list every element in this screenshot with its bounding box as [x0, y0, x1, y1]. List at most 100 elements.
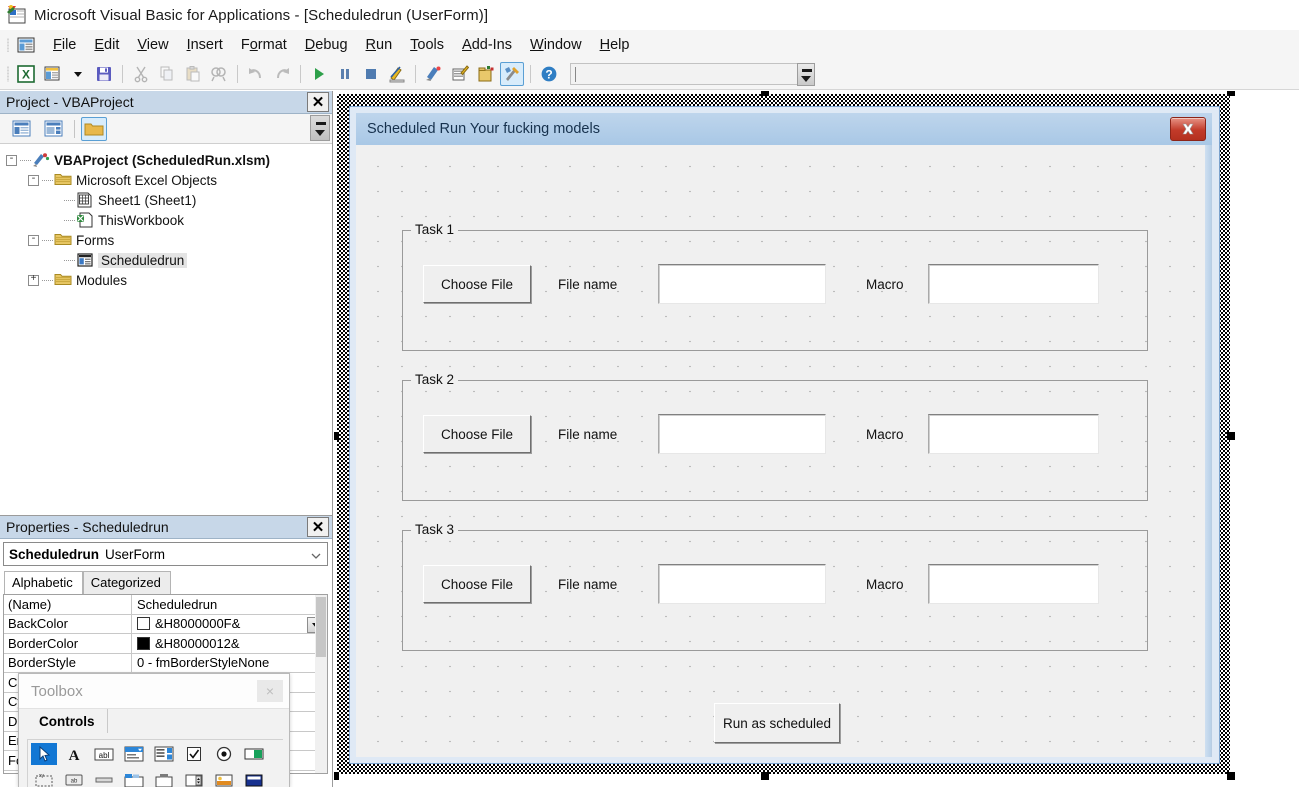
resize-handle-top[interactable]	[761, 91, 769, 96]
collapse-icon[interactable]: -	[6, 154, 17, 166]
tree-item-forms[interactable]: - Forms	[6, 230, 332, 250]
macro-textbox-2[interactable]	[928, 414, 1099, 454]
frame-icon[interactable]: xy	[31, 769, 57, 787]
properties-object-selector[interactable]: Scheduledrun UserForm	[3, 542, 328, 566]
togglebutton-icon[interactable]	[241, 743, 267, 765]
tree-item-vbaproject-scheduledrun-xlsm[interactable]: - VBAProject (ScheduledRun.xlsm)	[6, 150, 332, 170]
tree-item-modules[interactable]: + Modules	[6, 270, 332, 290]
property-row[interactable]: BackColor &H8000000F&	[4, 614, 327, 634]
userform-vertical-strip[interactable]	[1205, 145, 1211, 757]
scrollbar-icon[interactable]	[91, 769, 117, 787]
view-object-icon[interactable]	[40, 117, 66, 141]
copy-icon[interactable]	[155, 62, 179, 86]
listbox-icon[interactable]	[151, 743, 177, 765]
menu-window[interactable]: Window	[521, 34, 591, 56]
project-scroll-button[interactable]	[310, 115, 330, 141]
run-as-scheduled-button[interactable]: Run as scheduled	[714, 703, 840, 743]
resize-handle-bottomright[interactable]	[1227, 772, 1235, 780]
break-icon[interactable]	[333, 62, 357, 86]
tree-item-microsoft-excel-objects[interactable]: - Microsoft Excel Objects	[6, 170, 332, 190]
reset-icon[interactable]	[359, 62, 383, 86]
userform-selection-frame[interactable]: Scheduled Run Your fucking models Task 1…	[334, 91, 1235, 780]
userform-window[interactable]: Scheduled Run Your fucking models Task 1…	[349, 106, 1220, 764]
close-icon[interactable]: ×	[257, 680, 283, 702]
menu-tools[interactable]: Tools	[401, 34, 453, 56]
menu-file[interactable]: File	[44, 34, 85, 56]
property-row[interactable]: (Name) Scheduledrun	[4, 595, 327, 615]
toolbox-window[interactable]: Toolbox × Controls A abl xy ab	[18, 673, 290, 787]
collapse-icon[interactable]: -	[28, 234, 39, 246]
menu-format[interactable]: Format	[232, 34, 296, 56]
choose-file-button-2[interactable]: Choose File	[423, 415, 531, 453]
file-name-textbox-1[interactable]	[658, 264, 826, 304]
help-icon[interactable]: ?	[537, 62, 561, 86]
task-frame-2[interactable]: Task 2 Choose File File name Macro	[402, 372, 1148, 501]
menubar-grip[interactable]	[4, 35, 14, 55]
commandbutton-icon[interactable]: ab	[61, 769, 87, 787]
property-value[interactable]: 0 - fmBorderStyleNone	[132, 655, 327, 670]
select-objects-icon[interactable]	[31, 743, 57, 765]
label-icon[interactable]: A	[61, 743, 87, 765]
optionbutton-icon[interactable]	[211, 743, 237, 765]
menu-addins[interactable]: Add-Ins	[453, 34, 521, 56]
tree-item-thisworkbook[interactable]: ThisWorkbook	[6, 210, 332, 230]
view-excel-icon[interactable]: X	[14, 62, 38, 86]
tab-categorized[interactable]: Categorized	[82, 571, 171, 594]
toolbox-icon[interactable]	[500, 62, 524, 86]
project-explorer-icon[interactable]	[422, 62, 446, 86]
vba-menu-icon[interactable]	[16, 35, 36, 55]
file-name-textbox-3[interactable]	[658, 564, 826, 604]
choose-file-button-1[interactable]: Choose File	[423, 265, 531, 303]
macro-textbox-1[interactable]	[928, 264, 1099, 304]
userform-canvas[interactable]: Task 1 Choose File File name Macro Task 2 Cho…	[356, 145, 1212, 757]
close-icon[interactable]: ✕	[307, 517, 329, 537]
tree-item-sheet1-sheet1[interactable]: Sheet1 (Sheet1)	[6, 190, 332, 210]
resize-handle-bottomleft[interactable]	[334, 772, 339, 780]
resize-handle-bottom[interactable]	[761, 772, 769, 780]
run-icon[interactable]	[307, 62, 331, 86]
multipage-icon[interactable]	[151, 769, 177, 787]
file-name-textbox-2[interactable]	[658, 414, 826, 454]
menu-debug[interactable]: Debug	[296, 34, 357, 56]
design-mode-icon[interactable]	[385, 62, 409, 86]
combobox-icon[interactable]	[121, 743, 147, 765]
view-code-icon[interactable]	[8, 117, 34, 141]
property-row[interactable]: BorderStyle 0 - fmBorderStyleNone	[4, 653, 327, 673]
chevron-down-icon[interactable]	[311, 549, 321, 559]
resize-handle-topright[interactable]	[1227, 91, 1235, 96]
close-icon[interactable]: ✕	[307, 92, 329, 112]
menu-view[interactable]: View	[128, 34, 177, 56]
combo-dropdown-icon[interactable]	[797, 63, 815, 86]
spinbutton-icon[interactable]	[181, 769, 207, 787]
resize-handle-right[interactable]	[1227, 432, 1235, 440]
properties-window-icon[interactable]	[448, 62, 472, 86]
scrollbar-thumb[interactable]	[316, 597, 326, 657]
resize-handle-left[interactable]	[334, 432, 339, 440]
find-icon[interactable]	[207, 62, 231, 86]
property-value[interactable]: &H8000000F&	[132, 616, 327, 634]
insert-userform-icon[interactable]	[40, 62, 64, 86]
refedit-icon[interactable]	[241, 769, 267, 787]
paste-icon[interactable]	[181, 62, 205, 86]
expand-icon[interactable]: +	[28, 274, 39, 286]
toolbar-combo[interactable]	[570, 63, 815, 86]
property-value[interactable]: Scheduledrun	[132, 597, 327, 612]
collapse-icon[interactable]: -	[28, 174, 39, 186]
save-icon[interactable]	[92, 62, 116, 86]
property-row[interactable]: BorderColor &H80000012&	[4, 634, 327, 654]
task-frame-3[interactable]: Task 3 Choose File File name Macro	[402, 522, 1148, 651]
userform-close-icon[interactable]	[1170, 117, 1206, 141]
menu-insert[interactable]: Insert	[178, 34, 232, 56]
tree-item-scheduledrun[interactable]: Scheduledrun	[6, 250, 332, 270]
image-icon[interactable]	[211, 769, 237, 787]
tab-alphabetic[interactable]: Alphabetic	[4, 571, 83, 594]
properties-scrollbar[interactable]	[315, 595, 327, 773]
insert-dropdown-icon[interactable]	[66, 62, 90, 86]
menu-help[interactable]: Help	[591, 34, 639, 56]
tab-controls[interactable]: Controls	[27, 709, 108, 733]
task-frame-1[interactable]: Task 1 Choose File File name Macro	[402, 222, 1148, 351]
textbox-icon[interactable]: abl	[91, 743, 117, 765]
object-browser-icon[interactable]	[474, 62, 498, 86]
menu-edit[interactable]: Edit	[85, 34, 128, 56]
cut-icon[interactable]	[129, 62, 153, 86]
